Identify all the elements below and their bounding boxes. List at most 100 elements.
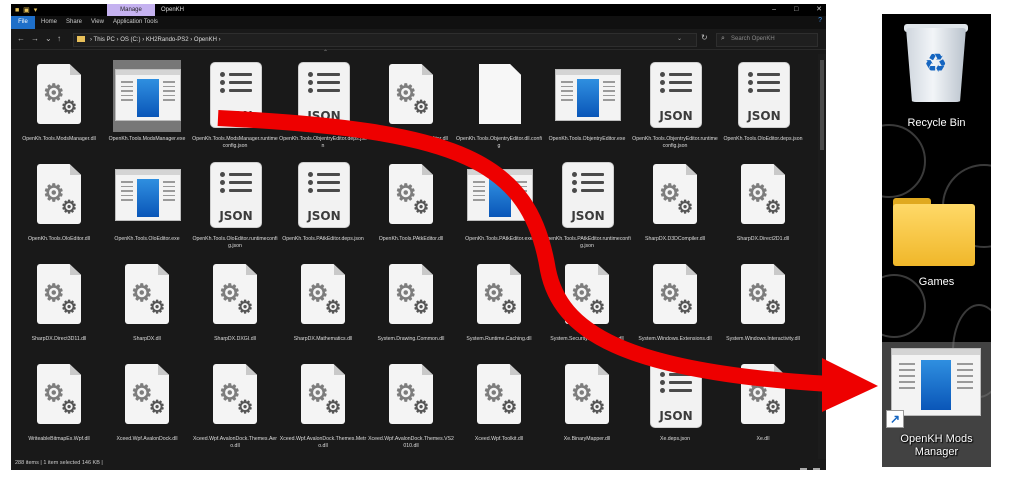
help-icon[interactable]: ? xyxy=(818,17,822,24)
desktop-item-games[interactable]: Games xyxy=(882,14,991,304)
tab-view[interactable]: View xyxy=(91,18,104,27)
file-name: SharpDX.DXGI.dll xyxy=(214,336,256,342)
maximize-button[interactable]: □ xyxy=(794,6,798,13)
scrollbar-thumb[interactable] xyxy=(820,60,824,150)
file-item[interactable]: ⚙ ⚙ Xceed.Wpf.Toolkit.dll xyxy=(455,354,543,454)
file-thumbnail: JSON xyxy=(289,60,357,132)
file-item[interactable]: ⚙ ⚙ System.Security.Permissions.dll xyxy=(543,254,631,354)
file-name: SharpDX.dll xyxy=(133,336,161,342)
breadcrumb[interactable]: › This PC › OS (C:) › KH2Rando-PS2 › Ope… xyxy=(90,35,221,45)
file-name: Xceed.Wpf.AvalonDock.Themes.Aero.dll xyxy=(192,436,278,449)
json-label: JSON xyxy=(219,109,253,123)
file-item[interactable]: ⚙ ⚙ System.Windows.Extensions.dll xyxy=(631,254,719,354)
up-arrow-icon[interactable]: ↑ xyxy=(57,34,61,43)
file-thumbnail: ⚙ ⚙ xyxy=(377,160,445,232)
tab-application-tools[interactable]: Application Tools xyxy=(113,18,158,27)
file-name: OpenKh.Tools.ModsManager.dll xyxy=(22,136,96,142)
tab-manage[interactable]: Manage xyxy=(107,4,155,16)
file-name: OpenKh.Tools.OloEditor.exe xyxy=(114,236,180,242)
file-item[interactable]: ⚙ ⚙ Xceed.Wpf.AvalonDock.Themes.VS2010.dll xyxy=(367,354,455,454)
address-bar[interactable]: › This PC › OS (C:) › KH2Rando-PS2 › Ope… xyxy=(73,33,697,47)
file-item[interactable]: JSON OpenKh.Tools.PAtkEditor.deps.json xyxy=(279,154,367,254)
file-item[interactable]: ⚙ ⚙ SharpDX.Mathematics.dll xyxy=(279,254,367,354)
forward-arrow-icon[interactable]: → xyxy=(31,34,39,43)
gear-icon: ⚙ xyxy=(589,297,606,317)
file-thumbnail: JSON xyxy=(641,360,709,432)
file-item[interactable]: ⚙ ⚙ WriteableBitmapEx.Wpf.dll xyxy=(15,354,103,454)
file-item[interactable]: ⚙ ⚙ SharpDX.Direct3D11.dll xyxy=(15,254,103,354)
file-item[interactable]: ⚙ ⚙ System.Windows.Interactivity.dll xyxy=(719,254,807,354)
file-thumbnail: ⚙ ⚙ xyxy=(113,260,181,332)
file-thumbnail: ⚙ ⚙ xyxy=(289,260,357,332)
close-button[interactable]: ✕ xyxy=(816,6,822,13)
file-item[interactable]: JSON Xe.deps.json xyxy=(631,354,719,454)
file-item[interactable]: JSON OpenKh.Tools.ObjentryEditor.runtimec… xyxy=(631,54,719,154)
search-input[interactable]: ⌕ Search OpenKH xyxy=(716,33,818,47)
file-item[interactable]: ⚙ ⚙ Xe.dll xyxy=(719,354,807,454)
file-thumbnail: ⚙ ⚙ xyxy=(729,260,797,332)
page-fold xyxy=(69,64,81,75)
file-item[interactable]: ⚙ ⚙ Xceed.Wpf.AvalonDock.dll xyxy=(103,354,191,454)
page-fold xyxy=(157,364,169,375)
file-thumbnail: ⚙ ⚙ xyxy=(641,260,709,332)
large-icons-view-icon[interactable] xyxy=(813,468,820,470)
refresh-icon[interactable]: ↻ xyxy=(701,33,708,42)
file-thumbnail: ⚙ ⚙ xyxy=(465,360,533,432)
file-name: System.Runtime.Caching.dll xyxy=(466,336,532,342)
details-view-icon[interactable] xyxy=(799,468,807,470)
gear-icon: ⚙ xyxy=(413,397,430,417)
page-fold xyxy=(421,364,433,375)
chevron-down-icon[interactable]: ⌄ xyxy=(45,34,52,43)
window-title: OpenKH xyxy=(161,7,185,13)
file-item[interactable]: OpenKh.Tools.PAtkEditor.exe xyxy=(455,154,543,254)
file-item[interactable]: ⚙ ⚙ System.Drawing.Common.dll xyxy=(367,254,455,354)
minimize-button[interactable]: – xyxy=(772,6,776,13)
address-dropdown-icon[interactable]: ⌄ xyxy=(677,35,682,42)
file-item[interactable]: ⚙ ⚙ Xceed.Wpf.AvalonDock.Themes.Aero.dll xyxy=(191,354,279,454)
file-item[interactable]: OpenKh.Tools.ObjentryEditor.exe xyxy=(543,54,631,154)
file-explorer-window: ■ ▣ ▾ Manage OpenKH – □ ✕ File Home Shar… xyxy=(11,4,826,470)
file-item[interactable]: ⚙ ⚙ Xceed.Wpf.AvalonDock.Themes.Metro.dll xyxy=(279,354,367,454)
gear-icon: ⚙ xyxy=(765,197,782,217)
tab-file[interactable]: File xyxy=(11,16,35,29)
file-thumbnail: ⚙ ⚙ xyxy=(553,260,621,332)
file-item[interactable]: ⚙ ⚙ OpenKh.Tools.ModsManager.dll xyxy=(15,54,103,154)
tab-share[interactable]: Share xyxy=(66,18,82,27)
file-item[interactable]: ⚙ ⚙ OpenKh.Tools.OloEditor.dll xyxy=(15,154,103,254)
tab-home[interactable]: Home xyxy=(41,18,57,27)
file-item[interactable]: ⚙ ⚙ SharpDX.Direct2D1.dll xyxy=(719,154,807,254)
file-thumbnail: JSON xyxy=(641,60,709,132)
file-item[interactable]: ⚙ ⚙ System.Runtime.Caching.dll xyxy=(455,254,543,354)
folder-icon xyxy=(77,36,85,42)
file-item[interactable]: JSON OpenKh.Tools.OloEditor.deps.json xyxy=(719,54,807,154)
back-arrow-icon[interactable]: ← xyxy=(17,34,25,43)
file-name: System.Windows.Extensions.dll xyxy=(638,336,712,342)
file-thumbnail: ⚙ ⚙ xyxy=(113,360,181,432)
file-item[interactable]: JSON OpenKh.Tools.PAtkEditor.runtimeconfi… xyxy=(543,154,631,254)
file-item[interactable]: JSON OpenKh.Tools.ObjentryEditor.deps.jso… xyxy=(279,54,367,154)
file-item[interactable]: OpenKh.Tools.ObjentryEditor.dll.config xyxy=(455,54,543,154)
file-item[interactable]: ⚙ ⚙ Xe.BinaryMapper.dll xyxy=(543,354,631,454)
quick-access-icons[interactable]: ■ ▣ ▾ xyxy=(15,6,38,14)
file-thumbnail xyxy=(113,60,181,132)
title-bar: ■ ▣ ▾ Manage OpenKH – □ ✕ xyxy=(11,4,826,16)
json-file-icon: JSON xyxy=(562,162,614,228)
file-name: System.Drawing.Common.dll xyxy=(377,336,445,342)
file-item[interactable]: OpenKh.Tools.ModsManager.exe xyxy=(103,54,191,154)
file-item[interactable]: JSON OpenKh.Tools.OloEditor.runtimeconfig… xyxy=(191,154,279,254)
file-item[interactable]: ⚙ ⚙ SharpDX.DXGI.dll xyxy=(191,254,279,354)
file-item[interactable]: OpenKh.Tools.OloEditor.exe xyxy=(103,154,191,254)
file-thumbnail: ⚙ ⚙ xyxy=(641,160,709,232)
file-name: SharpDX.D3DCompiler.dll xyxy=(645,236,705,242)
file-name: OpenKh.Tools.OloEditor.deps.json xyxy=(723,136,803,142)
file-name: Xe.deps.json xyxy=(660,436,690,442)
file-item[interactable]: ⚙ ⚙ SharpDX.dll xyxy=(103,254,191,354)
file-item[interactable]: JSON OpenKh.Tools.ModsManager.runtimeconf… xyxy=(191,54,279,154)
vertical-scrollbar[interactable] xyxy=(818,54,826,459)
file-item[interactable]: ⚙ ⚙ OpenKh.Tools.PAtkEditor.dll xyxy=(367,154,455,254)
gear-icon: ⚙ xyxy=(325,397,342,417)
application-icon xyxy=(115,169,181,221)
file-item[interactable]: ⚙ ⚙ SharpDX.D3DCompiler.dll xyxy=(631,154,719,254)
file-thumbnail: ⚙ ⚙ xyxy=(25,60,93,132)
file-item[interactable]: ⚙ ⚙ OpenKh.Tools.ObjentryEditor.dll xyxy=(367,54,455,154)
